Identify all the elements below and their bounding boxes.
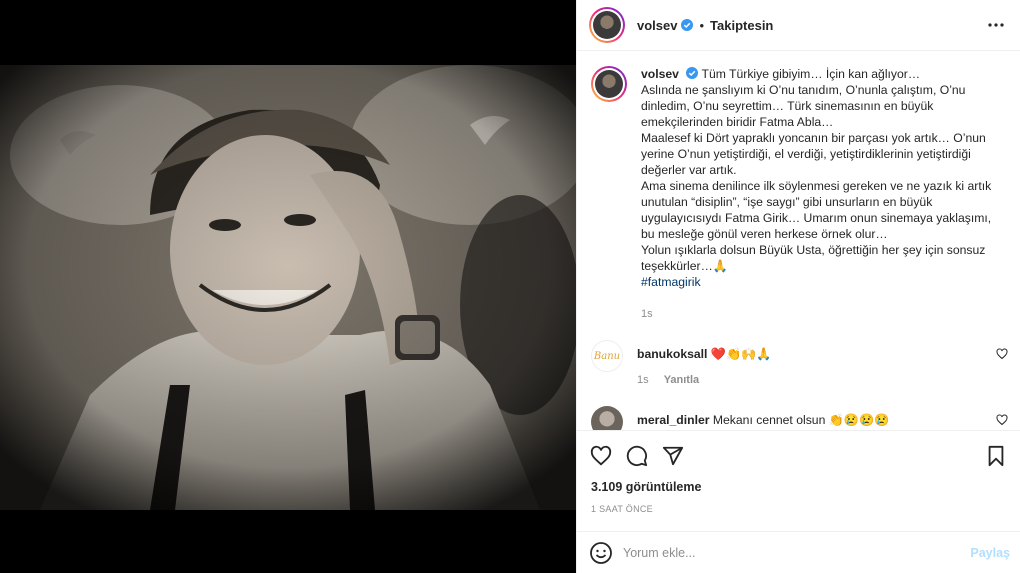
comment-item: meral_dinler Mekanı cennet olsun 👏😢😢😢: [591, 406, 1008, 430]
instagram-post: volsev • Takiptesin volsev Tüm Türkiye g…: [0, 0, 1020, 573]
hashtag-link[interactable]: #fatmagirik: [641, 275, 701, 289]
post-comment-button[interactable]: Paylaş: [970, 546, 1010, 560]
caption: volsev Tüm Türkiye gibiyim… İçin kan ağl…: [591, 66, 1008, 322]
comment-username[interactable]: banukoksall: [637, 347, 707, 361]
comment-input[interactable]: [623, 545, 971, 560]
verified-badge-icon: [681, 19, 694, 31]
comment-username[interactable]: meral_dinler: [637, 413, 709, 427]
post-timestamp: 1 SAAT ÖNCE: [591, 504, 653, 514]
like-comment-icon[interactable]: [996, 348, 1008, 360]
comment-avatar[interactable]: [591, 406, 623, 430]
share-icon[interactable]: [657, 440, 689, 472]
post-header: volsev • Takiptesin: [577, 0, 1020, 51]
post-media: [0, 0, 576, 573]
like-icon[interactable]: [585, 440, 617, 472]
action-bar: [577, 430, 1020, 480]
header-separator: •: [699, 17, 705, 33]
more-options-icon[interactable]: [984, 13, 1008, 37]
comment-avatar[interactable]: Banu: [591, 340, 623, 372]
comments-list[interactable]: volsev Tüm Türkiye gibiyim… İçin kan ağl…: [577, 52, 1020, 430]
comment-text: ❤️👏🙌🙏: [710, 347, 772, 361]
emoji-icon[interactable]: [589, 541, 613, 565]
post-side-panel: volsev • Takiptesin volsev Tüm Türkiye g…: [576, 0, 1020, 573]
author-avatar[interactable]: [589, 7, 625, 43]
comment-item: Banu banukoksall ❤️👏🙌🙏 1s Yanıtla: [591, 340, 1008, 388]
post-photo[interactable]: [0, 65, 576, 510]
comment-time: 1s: [637, 374, 649, 386]
save-bookmark-icon[interactable]: [980, 440, 1012, 472]
verified-badge-icon: [686, 67, 699, 79]
view-count[interactable]: 3.109 görüntüleme: [591, 480, 701, 494]
comment-text: Mekanı cennet olsun 👏😢😢😢: [712, 413, 890, 427]
caption-avatar[interactable]: [591, 66, 627, 102]
like-comment-icon[interactable]: [996, 414, 1008, 426]
comment-icon[interactable]: [621, 440, 653, 472]
caption-username[interactable]: volsev: [641, 67, 679, 81]
add-comment-bar: Paylaş: [577, 531, 1020, 573]
portrait-image: [0, 65, 576, 510]
author-username[interactable]: volsev: [637, 18, 677, 33]
reply-button[interactable]: Yanıtla: [664, 374, 699, 386]
caption-time: 1s: [641, 308, 653, 320]
follow-status[interactable]: Takiptesin: [710, 18, 773, 33]
comment-avatar-logo: Banu: [593, 350, 621, 362]
caption-text: Tüm Türkiye gibiyim… İçin kan ağlıyor… A…: [641, 67, 992, 273]
